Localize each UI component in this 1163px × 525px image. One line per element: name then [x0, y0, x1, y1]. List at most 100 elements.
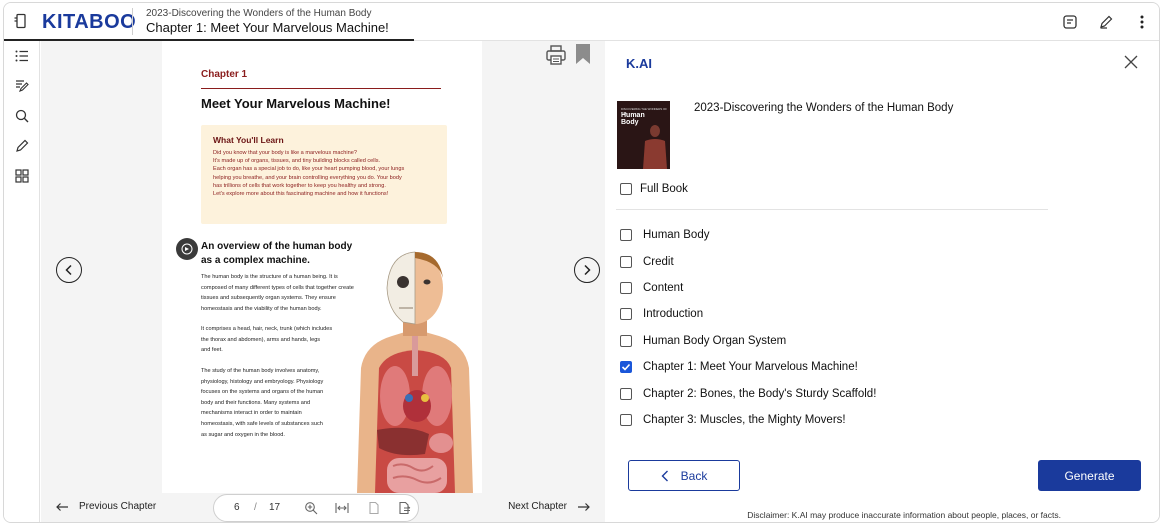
next-chapter-label: Next Chapter: [508, 501, 567, 512]
kai-panel-title: K.AI: [626, 56, 652, 71]
para-line: as sugar and oxygen in the blood.: [201, 431, 285, 438]
panel-book-title: 2023-Discovering the Wonders of the Huma…: [694, 102, 954, 114]
learn-line: has trillions of cells that work togethe…: [213, 182, 386, 189]
back-button-label: Back: [680, 468, 708, 483]
overview-heading-line: as a complex machine.: [201, 255, 310, 266]
highlight-pen-icon[interactable]: [13, 137, 31, 155]
para-line: the thorax and abdomen), arms and hands,…: [201, 336, 321, 343]
para-line: homeostasis, with safe levels of substan…: [201, 420, 323, 427]
annotations-icon[interactable]: [13, 77, 31, 95]
print-icon[interactable]: [545, 44, 567, 66]
table-of-contents-icon[interactable]: [13, 47, 31, 65]
page-title: Meet Your Marvelous Machine!: [201, 96, 391, 111]
chapter-checkbox[interactable]: [620, 334, 632, 347]
chapter-checkbox[interactable]: [620, 281, 632, 294]
chapter-option-label: Chapter 1: Meet Your Marvelous Machine!: [643, 361, 858, 374]
full-book-checkbox[interactable]: [620, 183, 632, 195]
chevron-left-icon: [661, 470, 668, 481]
more-menu-icon[interactable]: [1132, 12, 1152, 32]
learn-heading: What You'll Learn: [213, 135, 284, 145]
chapter-checkbox[interactable]: [620, 255, 632, 268]
chapter-option[interactable]: Human Body: [620, 222, 876, 248]
header-book-title: 2023-Discovering the Wonders of the Huma…: [146, 8, 372, 19]
chapter-option[interactable]: Credit: [620, 248, 876, 274]
chapter-option[interactable]: Introduction: [620, 301, 876, 327]
para-line: homeostasis and the viability of the hum…: [201, 305, 322, 312]
page-chapter-label: Chapter 1: [201, 69, 248, 80]
chapter-option-label: Human Body Organ System: [643, 334, 787, 347]
paragraph-2: It comprises a head, hair, neck, trunk (…: [201, 324, 332, 356]
chapter-option-label: Human Body: [643, 229, 710, 242]
total-pages: 17: [269, 502, 281, 513]
learn-line: It's made up of organs, tissues, and tin…: [213, 158, 381, 165]
panel-divider: [616, 209, 1048, 210]
full-book-option[interactable]: Full Book: [620, 183, 688, 195]
para-line: tissues and subsequently organ systems. …: [201, 295, 336, 302]
overview-heading-line: An overview of the human body: [201, 241, 353, 252]
human-anatomy-illustration: [357, 251, 473, 493]
fit-width-icon[interactable]: [335, 501, 349, 515]
search-icon[interactable]: [13, 107, 31, 125]
learn-line: Let's explore more about this fascinatin…: [213, 191, 389, 198]
read-aloud-button[interactable]: [176, 238, 198, 260]
close-icon[interactable]: [1124, 55, 1138, 69]
checkmark-icon: [621, 364, 631, 371]
header-chapter-title: Chapter 1: Meet Your Marvelous Machine!: [146, 20, 389, 35]
overview-heading: An overview of the human body as a compl…: [201, 240, 352, 268]
audio-icon: [181, 243, 193, 255]
chapter-option-label: Credit: [643, 255, 674, 268]
app-window: KITABOO 2023-Discovering the Wonders of …: [3, 2, 1160, 523]
pen-icon[interactable]: [1096, 12, 1116, 32]
paragraph-3: The study of the human body involves ana…: [201, 366, 323, 440]
chapter-option-label: Introduction: [643, 308, 704, 321]
chapter-option[interactable]: Chapter 1: Meet Your Marvelous Machine!: [620, 354, 876, 380]
chapter-option[interactable]: Chapter 3: Muscles, the Mighty Movers!: [620, 407, 876, 433]
chapter-option[interactable]: Chapter 2: Bones, the Body's Sturdy Scaf…: [620, 380, 876, 406]
chapter-option[interactable]: Human Body Organ System: [620, 328, 876, 354]
chapter-option-label: Chapter 2: Bones, the Body's Sturdy Scaf…: [643, 387, 877, 400]
para-line: focuses on the systems and organs of the…: [201, 389, 324, 396]
chevron-right-icon: [584, 264, 591, 276]
notes-icon[interactable]: [1060, 12, 1080, 32]
double-page-icon[interactable]: [398, 501, 412, 515]
page-pager: 6 / 17: [213, 494, 419, 522]
generate-button[interactable]: Generate: [1038, 460, 1141, 491]
previous-chapter-link[interactable]: Previous Chapter: [55, 501, 156, 512]
chapter-checklist: Human Body Credit Content Introduction H…: [620, 222, 876, 433]
cover-title: Human Body: [621, 112, 645, 126]
chapter-checkbox[interactable]: [620, 308, 632, 321]
para-line: and feet.: [201, 347, 223, 354]
page-separator: /: [254, 502, 257, 513]
chapter-checkbox[interactable]: [620, 229, 632, 242]
book-panel-icon[interactable]: [12, 12, 30, 30]
chapter-checkbox[interactable]: [620, 413, 632, 426]
full-book-label: Full Book: [640, 183, 688, 195]
chapter-checkbox[interactable]: [620, 387, 632, 400]
previous-page-button[interactable]: [56, 257, 82, 283]
cover-figure: [643, 125, 667, 169]
reader-area: Chapter 1 Meet Your Marvelous Machine! W…: [41, 41, 605, 522]
book-page: Chapter 1 Meet Your Marvelous Machine! W…: [162, 41, 590, 493]
back-button[interactable]: Back: [628, 460, 740, 491]
chapter-option-label: Chapter 3: Muscles, the Mighty Movers!: [643, 413, 846, 426]
thumbnails-grid-icon[interactable]: [13, 167, 31, 185]
learn-line: helping you breathe, and your brain cont…: [213, 174, 402, 181]
cover-title-line: Human: [621, 112, 645, 119]
zoom-in-icon[interactable]: [304, 501, 318, 515]
single-page-icon[interactable]: [367, 501, 381, 515]
next-chapter-link[interactable]: Next Chapter: [508, 501, 591, 512]
previous-chapter-label: Previous Chapter: [79, 501, 157, 512]
kai-panel: K.AI DISCOVERING THE WONDERS OF THE Huma…: [606, 41, 1159, 522]
chapter-option[interactable]: Content: [620, 275, 876, 301]
book-cover-thumbnail: DISCOVERING THE WONDERS OF THE Human Bod…: [617, 101, 670, 169]
left-toolbar: [4, 41, 40, 522]
chapter-checkbox-checked[interactable]: [620, 361, 632, 374]
para-line: physiology, histology and embryology. Ph…: [201, 378, 324, 385]
current-page-input[interactable]: 6: [234, 502, 240, 513]
chapter-rule: [201, 88, 441, 89]
next-page-button[interactable]: [574, 257, 600, 283]
para-line: The human body is the structure of a hum…: [201, 274, 338, 280]
bookmark-icon[interactable]: [576, 44, 590, 64]
kitaboo-logo: KITABOO: [42, 11, 137, 33]
para-line: The study of the human body involves ana…: [201, 368, 320, 374]
